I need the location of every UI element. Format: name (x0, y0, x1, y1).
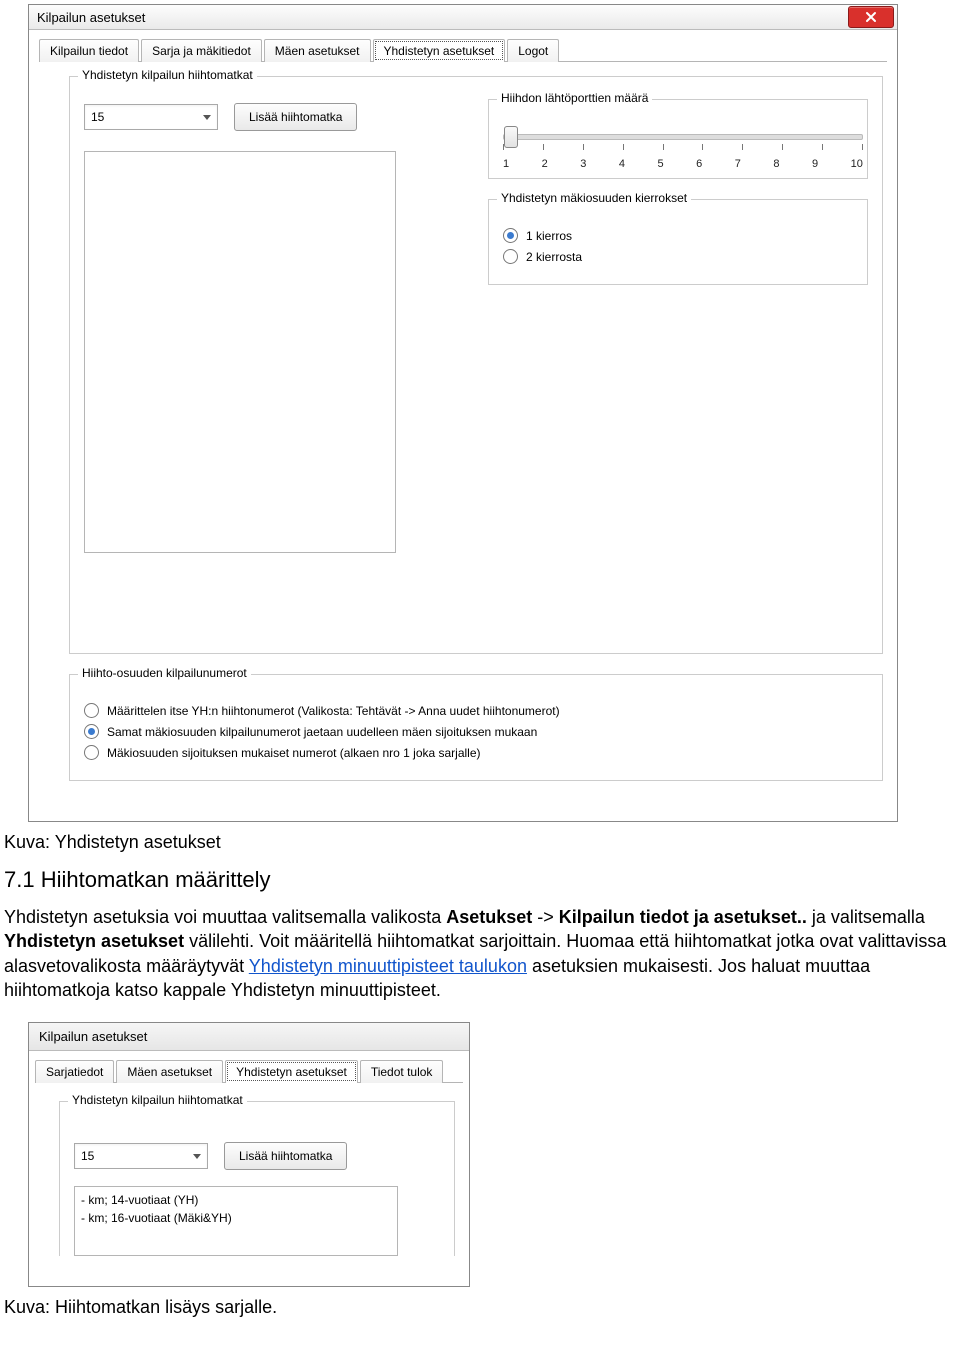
group2-title: Yhdistetyn kilpailun hiihtomatkat (68, 1093, 247, 1107)
radio-icon (84, 703, 99, 718)
gates-title: Hiihdon lähtöporttien määrä (497, 91, 652, 105)
tab2-maen-asetukset[interactable]: Mäen asetukset (116, 1060, 223, 1083)
radio-icon (84, 724, 99, 739)
slider-ticks: 1 2 3 4 5 6 7 8 9 10 (503, 158, 863, 170)
group2-hiihtomatkat: Yhdistetyn kilpailun hiihtomatkat 15 Lis… (59, 1101, 455, 1256)
list-item[interactable]: - km; 16-vuotiaat (Mäki&YH) (81, 1209, 391, 1227)
radio-nums-position[interactable]: Mäkiosuuden sijoituksen mukaiset numerot… (84, 745, 868, 760)
radio-nums-manual[interactable]: Määrittelen itse YH:n hiihtonumerot (Val… (84, 703, 868, 718)
caption-2: Kuva: Hiihtomatkan lisäys sarjalle. (4, 1297, 960, 1318)
group-rounds: Yhdistetyn mäkiosuuden kierrokset 1 kier… (488, 199, 868, 285)
group-hiihtomatkat: Yhdistetyn kilpailun hiihtomatkat 15 Lis… (69, 76, 883, 654)
group-bib-numbers: Hiihto-osuuden kilpailunumerot Määrittel… (69, 674, 883, 781)
settings-window-1: Kilpailun asetukset Kilpailun tiedot Sar… (28, 4, 898, 822)
distance2-combo[interactable]: 15 (74, 1143, 208, 1169)
caption-1: Kuva: Yhdistetyn asetukset (4, 832, 960, 853)
tab-logot[interactable]: Logot (507, 39, 559, 62)
window2-title: Kilpailun asetukset (29, 1023, 469, 1051)
gates-slider[interactable]: 1 2 3 4 5 6 7 8 9 10 (503, 134, 863, 170)
tab-kilpailun-tiedot[interactable]: Kilpailun tiedot (39, 39, 139, 62)
link-minuuttipisteet[interactable]: Yhdistetyn minuuttipisteet taulukon (249, 956, 527, 976)
window-title: Kilpailun asetukset (37, 10, 145, 25)
radio-icon (503, 228, 518, 243)
body-paragraph: Yhdistetyn asetuksia voi muuttaa valitse… (4, 905, 956, 1002)
distance-combo[interactable]: 15 (84, 104, 218, 130)
radio-icon (503, 249, 518, 264)
chevron-down-icon (193, 1154, 201, 1159)
chevron-down-icon (203, 115, 211, 120)
section-heading: 7.1 Hiihtomatkan määrittely (4, 867, 956, 893)
titlebar: Kilpailun asetukset (29, 5, 897, 30)
group-title: Yhdistetyn kilpailun hiihtomatkat (78, 68, 257, 82)
group-gates: Hiihdon lähtöporttien määrä 1 2 (488, 99, 868, 179)
settings-window-2: Kilpailun asetukset Sarjatiedot Mäen ase… (28, 1022, 470, 1287)
slider-thumb[interactable] (504, 126, 518, 148)
add-distance-button[interactable]: Lisää hiihtomatka (234, 103, 357, 131)
tab-sarja-ja-makitiedot[interactable]: Sarja ja mäkitiedot (141, 39, 262, 62)
tab-yhdistetyn-asetukset[interactable]: Yhdistetyn asetukset (373, 39, 506, 62)
tab2-sarjatiedot[interactable]: Sarjatiedot (35, 1060, 114, 1083)
distance2-listbox[interactable]: - km; 14-vuotiaat (YH) - km; 16-vuotiaat… (74, 1186, 398, 1256)
tab-maen-asetukset[interactable]: Mäen asetukset (264, 39, 371, 62)
distance-listbox[interactable] (84, 151, 396, 553)
tabs-row: Kilpailun tiedot Sarja ja mäkitiedot Mäe… (29, 30, 897, 61)
radio-1-round[interactable]: 1 kierros (503, 228, 853, 243)
tab2-yhdistetyn-asetukset[interactable]: Yhdistetyn asetukset (225, 1060, 358, 1083)
nums-title: Hiihto-osuuden kilpailunumerot (78, 666, 251, 680)
combo-value: 15 (91, 110, 104, 124)
radio-2-rounds[interactable]: 2 kierrosta (503, 249, 853, 264)
combo2-value: 15 (81, 1149, 94, 1163)
radio-icon (84, 745, 99, 760)
close-icon (865, 11, 877, 23)
tab2-tiedot-tulok[interactable]: Tiedot tulok (360, 1060, 444, 1083)
rounds-title: Yhdistetyn mäkiosuuden kierrokset (497, 191, 691, 205)
add-distance2-button[interactable]: Lisää hiihtomatka (224, 1142, 347, 1170)
close-button[interactable] (848, 6, 894, 28)
radio-nums-same[interactable]: Samat mäkiosuuden kilpailunumerot jaetaa… (84, 724, 868, 739)
list-item[interactable]: - km; 14-vuotiaat (YH) (81, 1191, 391, 1209)
